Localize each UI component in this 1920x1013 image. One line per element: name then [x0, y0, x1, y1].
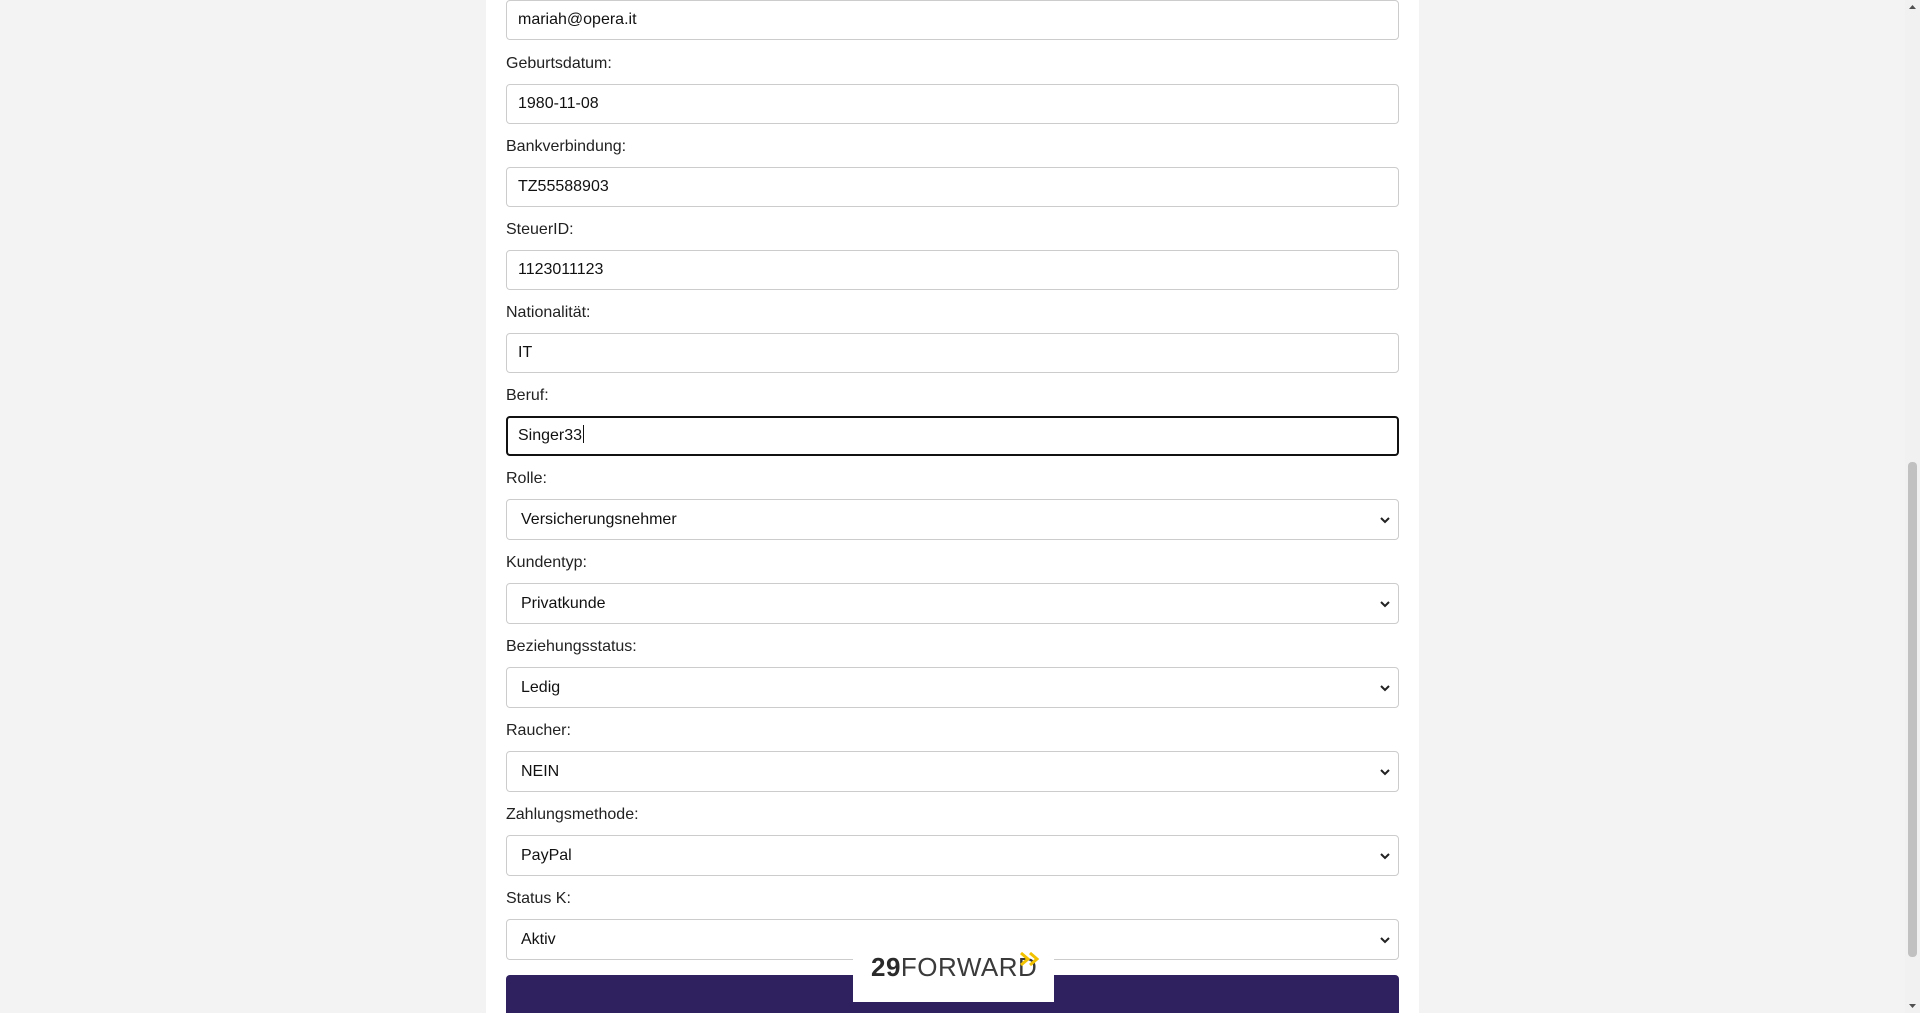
role-select[interactable]: Versicherungsnehmer — [506, 499, 1399, 540]
smoker-selected: NEIN — [521, 763, 560, 780]
logo-word: FORWARD — [900, 952, 1038, 982]
status-label: Status K: — [506, 890, 571, 907]
scroll-down-icon[interactable] — [1908, 1001, 1917, 1010]
role-label: Rolle: — [506, 470, 547, 487]
birthdate-label: Geburtsdatum: — [506, 55, 612, 72]
scroll-up-icon[interactable] — [1908, 3, 1917, 12]
smoker-label: Raucher: — [506, 722, 571, 739]
nationality-field[interactable]: IT — [506, 333, 1399, 373]
page: mariah@opera.it Geburtsdatum: 1980-11-08… — [0, 0, 1920, 1013]
scrollbar-thumb[interactable] — [1908, 462, 1917, 957]
tax-id-field[interactable]: 1123011123 — [506, 250, 1399, 290]
email-field[interactable]: mariah@opera.it — [506, 0, 1399, 40]
tax-id-label: SteuerID: — [506, 221, 574, 238]
relationship-select[interactable]: Ledig — [506, 667, 1399, 708]
birthdate-field[interactable]: 1980-11-08 — [506, 84, 1399, 124]
payment-select[interactable]: PayPal — [506, 835, 1399, 876]
occupation-label: Beruf: — [506, 387, 549, 404]
logo-wordmark: 29FORWARD — [871, 952, 1037, 983]
text-caret — [583, 425, 585, 443]
chevron-down-icon — [1380, 853, 1390, 860]
customer-type-selected: Privatkunde — [521, 595, 606, 612]
customer-type-select[interactable]: Privatkunde — [506, 583, 1399, 624]
logo-number: 29 — [871, 952, 901, 982]
payment-selected: PayPal — [521, 847, 572, 864]
chevron-down-icon — [1380, 769, 1390, 776]
vertical-scrollbar[interactable] — [1905, 0, 1920, 1013]
chevron-down-icon — [1380, 937, 1390, 944]
payment-label: Zahlungsmethode: — [506, 806, 639, 823]
chevron-down-icon — [1380, 517, 1390, 524]
nationality-label: Nationalität: — [506, 304, 591, 321]
occupation-field[interactable]: Singer33 — [506, 416, 1399, 456]
chevron-down-icon — [1380, 601, 1390, 608]
brand-logo: 29FORWARD — [853, 938, 1054, 1002]
role-selected: Versicherungsnehmer — [521, 511, 677, 528]
chevron-down-icon — [1380, 685, 1390, 692]
double-chevron-right-icon — [1020, 951, 1040, 967]
relationship-selected: Ledig — [521, 679, 561, 696]
customer-type-label: Kundentyp: — [506, 554, 587, 571]
bank-field[interactable]: TZ55588903 — [506, 167, 1399, 207]
status-selected: Aktiv — [521, 931, 556, 948]
smoker-select[interactable]: NEIN — [506, 751, 1399, 792]
occupation-value: Singer33 — [518, 427, 583, 444]
bank-label: Bankverbindung: — [506, 138, 627, 155]
relationship-label: Beziehungsstatus: — [506, 638, 637, 655]
